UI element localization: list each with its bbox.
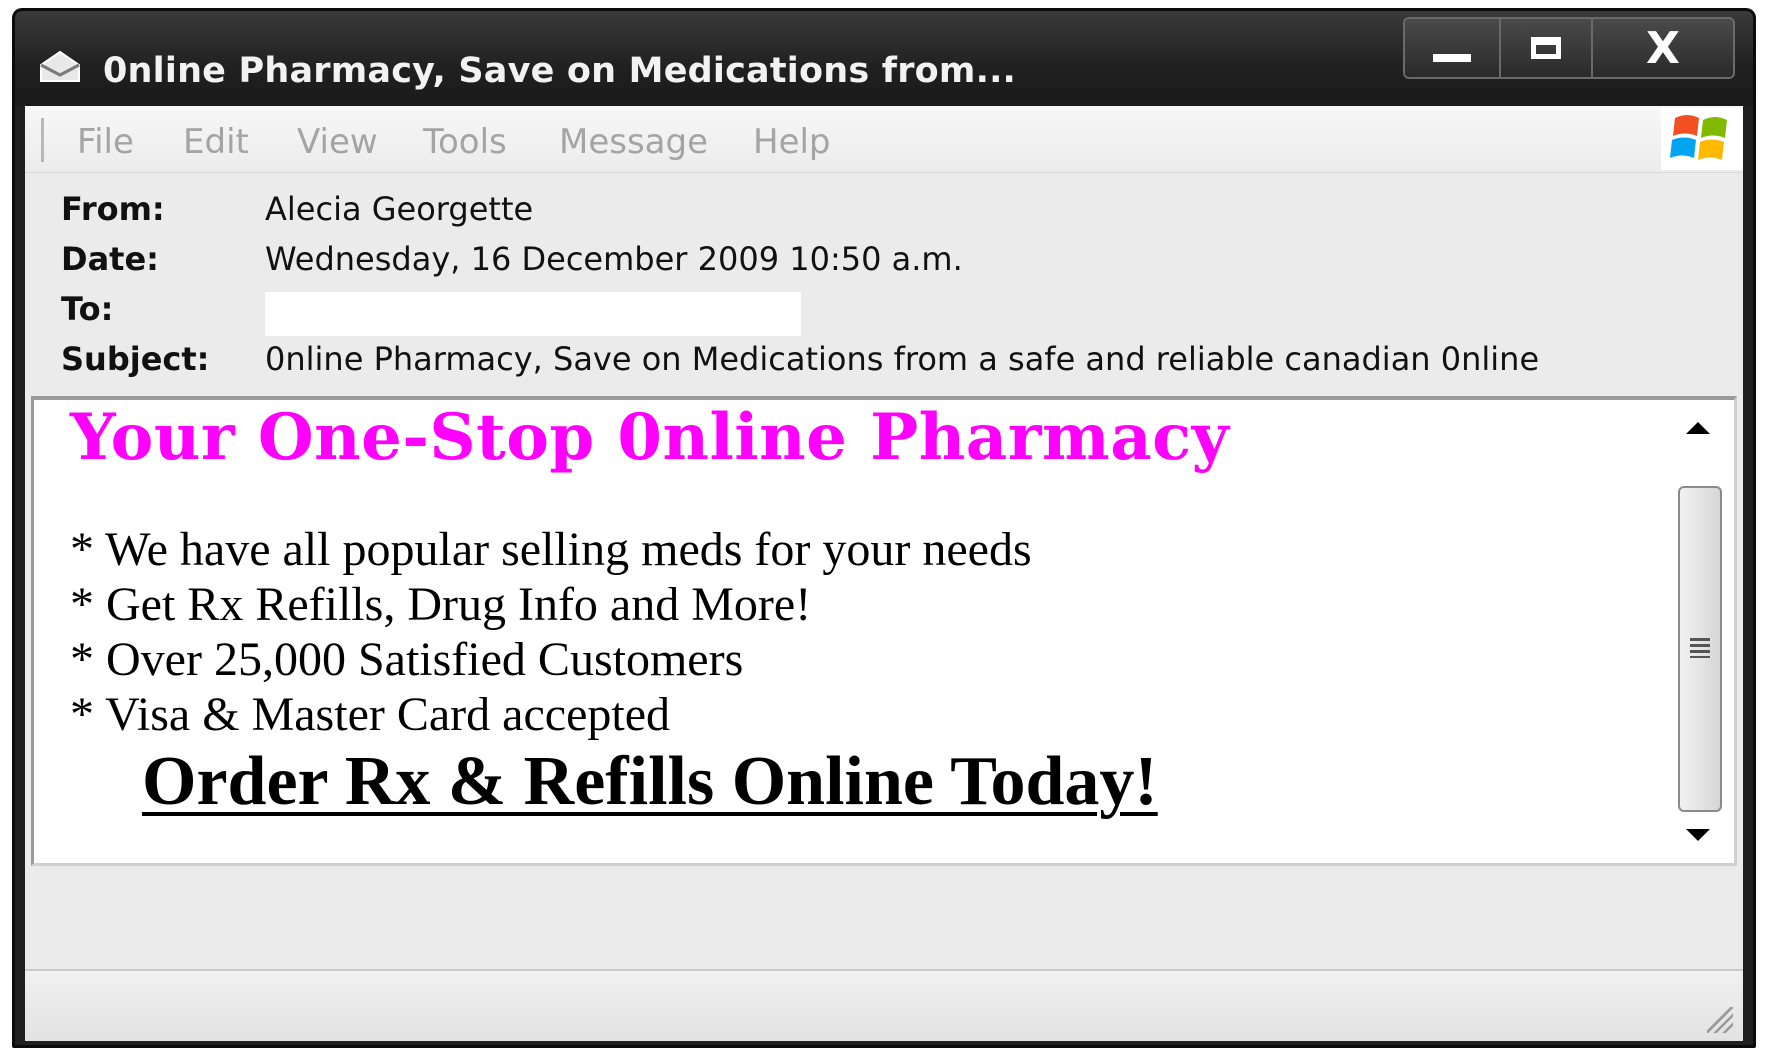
message-content: Your One-Stop 0nline Pharmacy * We have … xyxy=(64,400,1664,863)
window-client-area: File Edit View Tools Message Help From: … xyxy=(25,106,1743,1041)
windows-flag-graphic xyxy=(1670,115,1727,160)
menu-bar: File Edit View Tools Message Help xyxy=(25,106,1743,173)
scroll-up-arrow-icon[interactable] xyxy=(1686,422,1710,434)
subject-value: 0nline Pharmacy, Save on Medications fro… xyxy=(265,340,1540,378)
scroll-thumb[interactable] xyxy=(1678,486,1722,812)
bullet-item: * Over 25,000 Satisfied Customers xyxy=(70,633,744,686)
close-button[interactable]: X xyxy=(1593,19,1733,77)
maximize-button[interactable] xyxy=(1501,19,1593,77)
window-title: 0nline Pharmacy, Save on Medications fro… xyxy=(103,51,1017,91)
grip-lines-icon xyxy=(1690,638,1710,658)
menu-view[interactable]: View xyxy=(297,122,378,162)
subject-label: Subject: xyxy=(61,340,210,378)
menu-edit[interactable]: Edit xyxy=(183,122,249,162)
menu-tools[interactable]: Tools xyxy=(423,122,507,162)
bullet-item: * Get Rx Refills, Drug Info and More! xyxy=(70,578,812,631)
close-icon: X xyxy=(1646,22,1680,74)
vertical-scrollbar[interactable] xyxy=(1672,400,1734,863)
toolbar-grip[interactable] xyxy=(41,118,44,162)
bullet-item: * Visa & Master Card accepted xyxy=(70,688,671,741)
scroll-down-arrow-icon[interactable] xyxy=(1686,829,1710,841)
message-body-pane[interactable]: Your One-Stop 0nline Pharmacy * We have … xyxy=(31,396,1737,866)
menu-help[interactable]: Help xyxy=(753,122,831,162)
message-header: From: Alecia Georgette Date: Wednesday, … xyxy=(25,174,1743,394)
to-label: To: xyxy=(61,290,114,328)
message-headline: Your One-Stop 0nline Pharmacy xyxy=(70,400,1230,475)
menu-file[interactable]: File xyxy=(77,122,134,162)
title-bar[interactable]: 0nline Pharmacy, Save on Medications fro… xyxy=(15,11,1753,106)
minimize-button[interactable] xyxy=(1405,19,1501,77)
order-online-link[interactable]: Order Rx & Refills Online Today! xyxy=(142,742,1158,822)
email-message-window: 0nline Pharmacy, Save on Medications fro… xyxy=(12,8,1756,1048)
from-label: From: xyxy=(61,190,165,228)
status-bar xyxy=(25,969,1743,1041)
maximize-icon xyxy=(1531,37,1561,59)
date-label: Date: xyxy=(61,240,159,278)
envelope-icon xyxy=(40,50,80,82)
windows-logo-icon xyxy=(1661,108,1743,170)
resize-grip-icon[interactable] xyxy=(1707,1007,1733,1033)
window-controls: X xyxy=(1403,17,1735,79)
to-value-redacted xyxy=(265,292,801,336)
menu-message[interactable]: Message xyxy=(559,122,708,162)
minimize-icon xyxy=(1433,54,1471,62)
from-value: Alecia Georgette xyxy=(265,190,534,228)
date-value: Wednesday, 16 December 2009 10:50 a.m. xyxy=(265,240,963,278)
bullet-item: * We have all popular selling meds for y… xyxy=(70,523,1032,576)
